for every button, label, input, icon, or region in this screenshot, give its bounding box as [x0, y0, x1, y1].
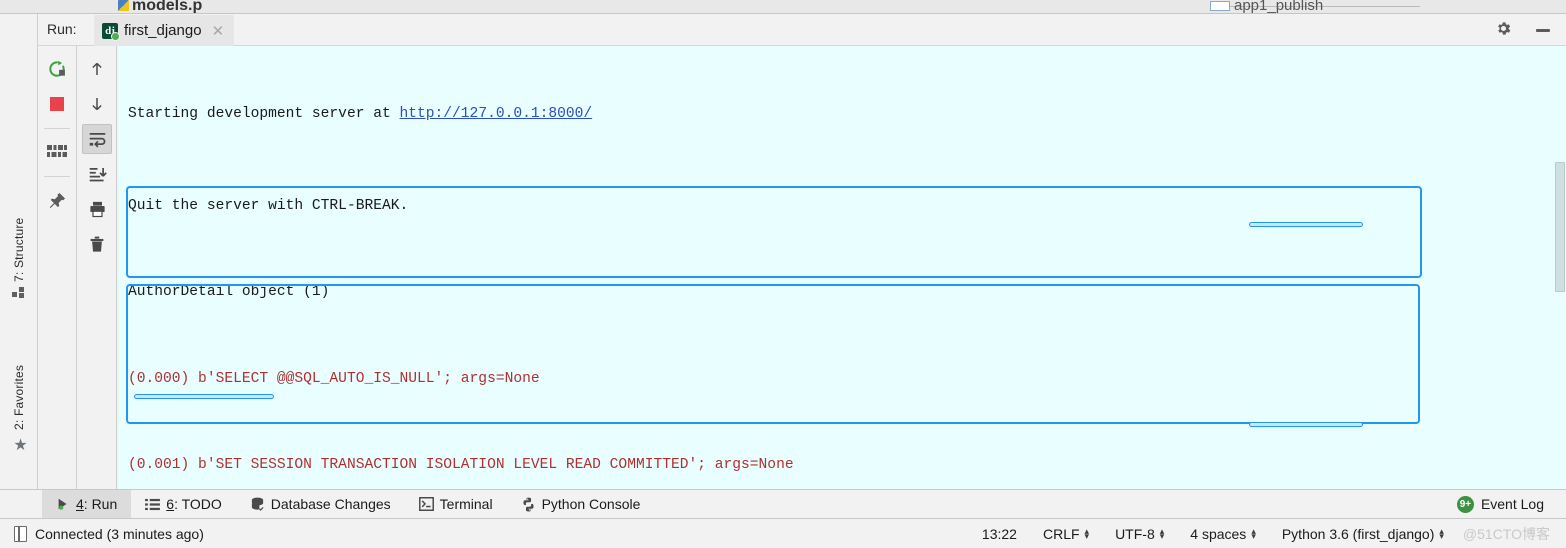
toolbar-separator-2 [44, 176, 70, 177]
run-toolbar-secondary [78, 46, 117, 489]
toolbar-separator [44, 128, 70, 129]
editor-tab-app1-publish[interactable]: app1_publish [1210, 0, 1323, 13]
run-play-icon [58, 498, 67, 510]
printer-icon[interactable] [82, 194, 112, 224]
event-log-icon: 9+ [1456, 495, 1474, 513]
sidebar-item-favorites[interactable]: ★ 2: Favorites [0, 344, 38, 454]
console-line: (0.001) b'SET SESSION TRANSACTION ISOLAT… [128, 457, 794, 474]
dev-server-link[interactable]: http://127.0.0.1:8000/ [400, 106, 593, 122]
status-connection-label: Connected (3 minutes ago) [35, 526, 204, 542]
run-tab-label: first_django [124, 22, 202, 39]
tool-window-database-changes[interactable]: Database Changes [236, 490, 405, 518]
tool-window-bar: 4: Run 6: TODO Database Changes Terminal… [0, 489, 1566, 519]
tool-window-run-shortcut: 4 [76, 496, 84, 512]
terminal-icon [418, 497, 434, 511]
run-toolbar-primary [38, 46, 77, 489]
run-label: Run: [47, 21, 77, 37]
console-scrollbar-track[interactable] [1554, 46, 1566, 489]
left-tool-window-strip: 7: Structure ★ 2: Favorites [0, 14, 38, 489]
tool-window-database-changes-label: Database Changes [270, 496, 391, 512]
sidebar-item-structure[interactable]: 7: Structure [0, 189, 38, 299]
gear-icon[interactable] [1495, 20, 1512, 37]
stop-button[interactable] [42, 89, 72, 119]
chevron-updown-icon: ▴ ▾ [1159, 526, 1165, 541]
tool-window-python-console[interactable]: Python Console [507, 490, 655, 518]
django-icon: dj [102, 22, 120, 41]
status-connection[interactable]: Connected (3 minutes ago) [0, 526, 204, 542]
tool-window-todo[interactable]: 6: TODO [131, 490, 236, 518]
console-output[interactable]: Starting development server at http://12… [118, 46, 1566, 489]
watermark: @51CTO博客 [1462, 526, 1550, 542]
tool-window-run[interactable]: 4: Run [42, 490, 132, 518]
status-indent[interactable]: 4 spaces ▴ ▾ [1177, 526, 1269, 542]
arrow-up-icon[interactable] [82, 54, 112, 84]
minimize-icon[interactable] [1534, 20, 1552, 37]
status-line-separator-label: CRLF [1042, 526, 1080, 542]
tool-window-todo-label: : TODO [174, 496, 222, 512]
console-line: Starting development server at http://12… [128, 105, 593, 122]
pycharm-run-window: models.p app1_publish 7: Structure ★ 2: … [0, 0, 1566, 548]
todo-list-icon [145, 498, 161, 510]
database-icon [251, 497, 264, 511]
console-line: (0.000) b'SELECT @@SQL_AUTO_IS_NULL'; ar… [128, 370, 540, 387]
database-connection-icon [14, 526, 27, 542]
scroll-to-end-icon[interactable] [82, 159, 112, 189]
table-grid-icon [1210, 1, 1230, 11]
run-tool-window: Run: dj first_django ✕ Starting developm… [38, 14, 1566, 489]
status-indent-label: 4 spaces [1190, 526, 1247, 542]
run-tab-first-django[interactable]: dj first_django ✕ [94, 15, 235, 46]
status-time: 13:22 [981, 526, 1017, 542]
python-icon [523, 497, 534, 511]
editor-tab-app1-publish-label: app1_publish [1234, 0, 1324, 14]
python-file-icon [118, 0, 129, 11]
trash-icon[interactable] [82, 229, 112, 259]
tool-window-run-label: : Run [83, 496, 118, 512]
chevron-updown-icon: ▴ ▾ [1251, 526, 1256, 541]
run-window-header: Run: dj first_django ✕ [38, 14, 1566, 46]
run-header-actions [1495, 20, 1552, 37]
structure-icon [12, 287, 26, 299]
status-encoding[interactable]: UTF-8 ▴ ▾ [1102, 526, 1177, 542]
console-line: Quit the server with CTRL-BREAK. [128, 197, 409, 214]
rerun-button[interactable] [42, 54, 72, 84]
layout-button[interactable] [42, 137, 72, 167]
status-line-separator[interactable]: CRLF ▴ ▾ [1030, 526, 1102, 542]
console-scrollbar-thumb[interactable] [1555, 162, 1565, 292]
editor-tab-strip: models.p app1_publish [0, 0, 1566, 14]
console-text: Starting development server at http://12… [118, 46, 1566, 489]
tool-window-terminal[interactable]: Terminal [405, 490, 507, 518]
event-log-button[interactable]: 9+ Event Log [1456, 495, 1566, 513]
status-bar-right: 13:22 CRLF ▴ ▾ UTF-8 ▴ ▾ 4 spaces ▴ ▾ Pytho… [969, 524, 1566, 544]
status-interpreter[interactable]: Python 3.6 (first_django) ▴ ▾ [1269, 526, 1457, 542]
editor-tab-models-label: models.p [132, 0, 203, 14]
close-icon[interactable]: ✕ [212, 22, 225, 40]
pin-button[interactable] [42, 185, 72, 215]
editor-tab-models[interactable]: models.p [118, 0, 202, 13]
chevron-updown-icon: ▴ ▾ [1084, 526, 1090, 541]
soft-wrap-icon[interactable] [82, 124, 112, 154]
sidebar-item-favorites-label: 2: Favorites [12, 364, 26, 430]
status-bar: Connected (3 minutes ago) 13:22 CRLF ▴ ▾ … [0, 520, 1566, 548]
tool-window-todo-shortcut: 6 [166, 496, 175, 512]
chevron-updown-icon: ▴ ▾ [1439, 526, 1444, 541]
star-icon: ★ [11, 435, 28, 454]
sidebar-item-structure-label: 7: Structure [12, 217, 26, 282]
status-interpreter-label: Python 3.6 (first_django) [1281, 526, 1435, 542]
console-line: AuthorDetail object (1) [128, 284, 330, 301]
event-log-label: Event Log [1480, 496, 1544, 512]
status-encoding-label: UTF-8 [1115, 526, 1155, 542]
tool-window-python-console-label: Python Console [541, 496, 641, 512]
tool-window-terminal-label: Terminal [439, 496, 493, 512]
arrow-down-icon[interactable] [82, 89, 112, 119]
